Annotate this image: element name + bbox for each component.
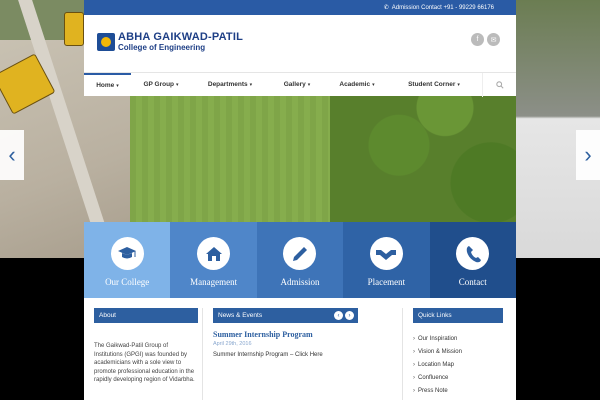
phone-icon bbox=[456, 237, 490, 270]
search-icon bbox=[495, 81, 504, 89]
nav-home[interactable]: Home ▾ bbox=[84, 72, 131, 97]
chevron-right-icon: › bbox=[413, 374, 415, 381]
tile-placement[interactable]: Placement bbox=[343, 222, 430, 298]
nav-label: Student Corner bbox=[408, 81, 456, 88]
graduation-cap-icon bbox=[110, 237, 144, 270]
pencil-icon bbox=[283, 237, 317, 270]
nav-label: Gallery bbox=[283, 81, 306, 88]
logo-line2: College of Engineering bbox=[118, 43, 206, 52]
quick-links-panel: Quick Links › Our Inspiration › Vision & M… bbox=[413, 308, 503, 397]
school-bus bbox=[64, 12, 84, 46]
quick-link[interactable]: › Press Note bbox=[413, 384, 503, 397]
social-links: f ✉ bbox=[471, 33, 500, 46]
search-button[interactable] bbox=[482, 73, 516, 97]
chevron-right-icon: › bbox=[584, 142, 592, 167]
tile-management[interactable]: Management bbox=[170, 222, 257, 298]
divider bbox=[402, 308, 403, 400]
divider bbox=[202, 308, 203, 400]
tile-label: Admission bbox=[280, 277, 320, 287]
news-nav: ‹ › bbox=[334, 311, 354, 320]
building-right bbox=[516, 0, 600, 258]
facebook-icon[interactable]: f bbox=[471, 33, 484, 46]
news-heading-bar: News & Events ‹ › bbox=[213, 308, 358, 323]
content-area: About The Gaikwad-Patil Group of Institu… bbox=[84, 298, 516, 400]
news-title[interactable]: Summer Internship Program bbox=[213, 330, 358, 339]
quick-links-list: › Our Inspiration › Vision & Mission › Loca… bbox=[413, 332, 503, 397]
news-next-button[interactable]: › bbox=[345, 311, 354, 320]
chevron-right-icon: › bbox=[413, 387, 415, 394]
about-text: The Gaikwad-Patil Group of Institutions … bbox=[94, 343, 195, 383]
logo-emblem-icon bbox=[97, 33, 115, 51]
chevron-down-icon: ▾ bbox=[249, 81, 253, 88]
chevron-down-icon: ▾ bbox=[176, 81, 179, 88]
about-heading: About bbox=[94, 308, 198, 323]
nav-label: Academic bbox=[339, 81, 371, 88]
quick-link[interactable]: › Confluence bbox=[413, 371, 503, 384]
phone-icon: ✆ bbox=[383, 5, 389, 11]
chevron-down-icon: ▾ bbox=[457, 81, 460, 88]
tile-label: Placement bbox=[367, 277, 406, 287]
news-prev-button[interactable]: ‹ bbox=[334, 311, 343, 320]
nav-academic[interactable]: Academic ▾ bbox=[325, 73, 389, 97]
slider-prev-button[interactable]: ‹ bbox=[0, 130, 24, 180]
site-logo[interactable]: ABHA GAIKWAD-PATIL College of Engineerin… bbox=[97, 32, 243, 52]
main-nav: Home ▾ GP Group ▾ Departments ▾ Gallery ▾ Ac… bbox=[84, 72, 516, 97]
home-icon bbox=[197, 237, 231, 270]
chevron-down-icon: ▾ bbox=[116, 82, 119, 89]
nav-label: Departments bbox=[207, 81, 248, 88]
top-bar: ✆ Admission Contact +91 - 99229 66176 bbox=[84, 0, 516, 15]
admission-contact: Admission Contact +91 - 99229 66176 bbox=[391, 4, 494, 11]
tile-label: Management bbox=[190, 277, 238, 287]
nav-departments[interactable]: Departments ▾ bbox=[191, 73, 269, 97]
feature-tiles: Our College Management Admission Placeme… bbox=[84, 222, 516, 298]
header: ABHA GAIKWAD-PATIL College of Engineerin… bbox=[84, 15, 516, 72]
chevron-right-icon: › bbox=[413, 348, 415, 355]
quick-link[interactable]: › Our Inspiration bbox=[413, 332, 503, 345]
news-panel: News & Events ‹ › Summer Internship Prog… bbox=[213, 308, 358, 358]
chevron-left-icon: ‹ bbox=[8, 142, 16, 167]
quick-links-heading: Quick Links bbox=[413, 308, 503, 323]
about-panel: About The Gaikwad-Patil Group of Institu… bbox=[94, 308, 198, 385]
tile-our-college[interactable]: Our College bbox=[84, 222, 171, 298]
nav-student-corner[interactable]: Student Corner ▾ bbox=[389, 73, 479, 97]
slider-next-button[interactable]: › bbox=[576, 130, 600, 180]
nav-label: GP Group bbox=[143, 81, 175, 88]
quick-link[interactable]: › Vision & Mission bbox=[413, 345, 503, 358]
handshake-icon bbox=[369, 237, 403, 270]
tile-label: Our College bbox=[105, 277, 150, 287]
tile-contact[interactable]: Contact bbox=[429, 222, 516, 298]
tile-label: Contact bbox=[458, 277, 487, 287]
quick-link[interactable]: › Location Map bbox=[413, 358, 503, 371]
news-heading: News & Events bbox=[218, 312, 263, 319]
nav-gallery[interactable]: Gallery ▾ bbox=[269, 73, 325, 97]
chevron-right-icon: › bbox=[413, 335, 415, 342]
news-date: April 29th, 2016 bbox=[213, 341, 252, 347]
email-icon[interactable]: ✉ bbox=[487, 33, 500, 46]
chevron-down-icon: ▾ bbox=[307, 81, 311, 88]
nav-label: Home bbox=[96, 82, 115, 89]
news-desc[interactable]: Summer Internship Program – Click Here bbox=[213, 352, 358, 358]
tile-admission[interactable]: Admission bbox=[256, 222, 344, 298]
chevron-down-icon: ▾ bbox=[372, 81, 375, 88]
site-header: ✆ Admission Contact +91 - 99229 66176 AB… bbox=[84, 0, 516, 97]
chevron-right-icon: › bbox=[413, 361, 415, 368]
logo-line1: ABHA GAIKWAD-PATIL bbox=[118, 31, 243, 43]
nav-gp-group[interactable]: GP Group ▾ bbox=[131, 73, 191, 97]
